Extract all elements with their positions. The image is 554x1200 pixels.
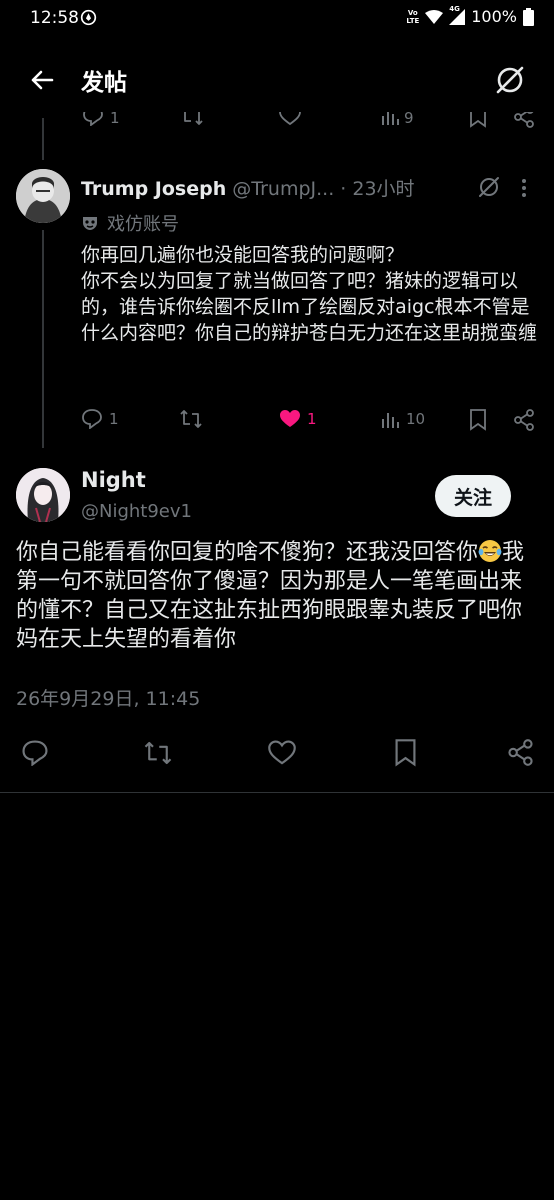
display-name[interactable]: Night (81, 468, 146, 492)
reply-count: 1 (109, 410, 119, 428)
tweet-text: 你自己能看看你回复的啥不傻狗？还我没回答你 我第一句不就回答你了傻逼？因为那是人… (16, 538, 541, 654)
repost-icon[interactable] (180, 112, 204, 126)
share-icon[interactable] (507, 739, 534, 766)
bookmark-icon (470, 409, 486, 431)
battery-icon (523, 7, 534, 26)
views-count: 9 (404, 112, 414, 127)
reply-count: 1 (110, 112, 120, 127)
reply-icon[interactable] (21, 740, 49, 766)
tweet-text: 你再回几遍你也没能回答我的问题啊？ 你不会以为回复了就当做回答了吧？猪妹的逻辑可… (81, 244, 538, 344)
like-button[interactable]: 1 (279, 409, 317, 429)
signal-icon (449, 8, 466, 25)
battery-percent: 100% (471, 7, 517, 26)
app-notification-icon (80, 9, 97, 26)
tears-of-joy-emoji (478, 540, 502, 562)
previous-tweet-actions: 1 9 (0, 112, 554, 138)
heart-icon[interactable] (279, 112, 301, 126)
mask-icon (83, 217, 97, 230)
repost-icon[interactable] (143, 740, 173, 766)
status-time: 12:58 (30, 8, 79, 28)
divider (0, 792, 554, 793)
grok-icon[interactable] (477, 175, 501, 199)
back-arrow-icon[interactable] (26, 64, 58, 96)
views-count: 10 (406, 410, 426, 428)
bookmark-icon[interactable] (469, 112, 487, 128)
tweet-timestamp: 26年9月29日, 11:45 (16, 688, 201, 710)
parody-label: 戏仿账号 (81, 210, 179, 236)
views-icon (382, 413, 399, 428)
app-bar: 发帖 (0, 48, 554, 112)
share-icon (514, 409, 534, 431)
views-button[interactable]: 10 (380, 409, 425, 429)
bookmark-icon[interactable] (394, 739, 417, 767)
post-time: · 23小时 (340, 178, 415, 200)
reply-icon[interactable] (82, 112, 104, 126)
parody-text: 戏仿账号 (107, 214, 179, 235)
grok-icon[interactable] (494, 64, 526, 96)
heart-icon[interactable] (268, 740, 296, 766)
tweet-text-part: 你自己能看看你回复的啥不傻狗？还我没回答你 (16, 540, 479, 565)
avatar-image (16, 468, 70, 522)
avatar[interactable] (16, 169, 70, 223)
repost-icon (180, 410, 202, 428)
bookmark-button[interactable] (469, 409, 487, 431)
repost-button[interactable] (179, 409, 203, 429)
reply-header: Trump Joseph @TrumpJ... · 23小时 (81, 174, 501, 201)
follow-button[interactable]: 关注 (435, 475, 511, 517)
status-bar: 12:58 Vo LTE 4G 100% (0, 0, 554, 38)
like-count: 1 (307, 410, 317, 428)
views-icon[interactable] (380, 112, 400, 126)
handle[interactable]: @TrumpJ... (232, 178, 334, 200)
more-icon[interactable] (512, 178, 536, 198)
share-icon[interactable] (513, 112, 535, 128)
wifi-icon (425, 9, 444, 24)
status-right: Vo LTE 4G 100% (406, 5, 534, 26)
heart-icon (280, 410, 300, 427)
reply-action-row: 1 1 10 (0, 409, 554, 439)
handle[interactable]: @Night9ev1 (81, 501, 192, 522)
volte-label: Vo LTE (406, 8, 420, 25)
share-button[interactable] (513, 409, 535, 431)
signal-group: 4G (449, 5, 466, 25)
page-title: 发帖 (81, 70, 127, 96)
reply-button[interactable]: 1 (81, 409, 119, 429)
avatar-image (16, 169, 70, 223)
main-action-row (0, 736, 554, 772)
avatar[interactable] (16, 468, 70, 522)
display-name[interactable]: Trump Joseph (81, 178, 226, 200)
reply-icon (82, 409, 102, 429)
